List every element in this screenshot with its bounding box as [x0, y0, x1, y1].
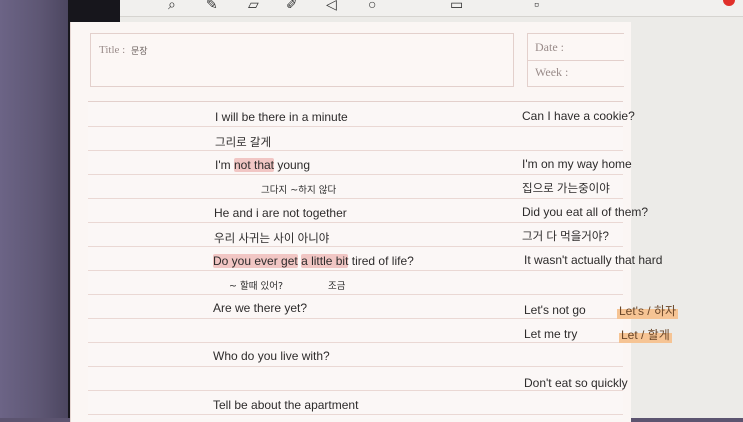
text-segment: I'm — [215, 158, 234, 172]
korean-right-2: 집으로 가는중이야 — [522, 183, 610, 195]
rule-line — [88, 150, 623, 151]
sentence-left-6: Who do you live with? — [213, 349, 330, 363]
sentence-right-4: It wasn't actually that hard — [524, 253, 663, 267]
pen-icon[interactable]: ✎ — [206, 0, 218, 13]
korean-left-3: 우리 사귀는 사이 아니야 — [214, 233, 330, 245]
rule-line — [88, 390, 623, 391]
sentence-right-2: I'm on my way home — [522, 157, 632, 171]
highlight-pink: Do you ever get — [213, 254, 298, 268]
sentence-right-5: Let's not go — [524, 303, 586, 317]
sentence-left-3: He and i are not together — [214, 206, 347, 220]
rule-line — [88, 174, 623, 175]
record-icon[interactable] — [723, 0, 735, 6]
rule-line — [88, 270, 623, 271]
image-icon[interactable]: ▭ — [450, 0, 463, 13]
title-label: Title : — [99, 44, 126, 56]
rule-line — [88, 294, 623, 295]
text-segment: tired of life? — [348, 254, 414, 268]
divider — [528, 60, 624, 61]
sentence-right-3: Did you eat all of them? — [522, 205, 649, 219]
highlighted-note-right-5: Let's / 하자 — [617, 302, 679, 319]
rule-line — [88, 126, 623, 127]
zoom-icon[interactable]: ⌕ — [168, 0, 176, 13]
tablet-bezel-left — [0, 0, 68, 418]
korean-right-3: 그거 다 먹을거야? — [522, 231, 609, 243]
more-icon[interactable]: ▫ — [534, 0, 539, 12]
highlight-pink: not that — [233, 158, 274, 172]
title-value: 문장 — [131, 46, 148, 56]
handwritten-note-left-2: 그다지 ~하지 않다 — [261, 185, 337, 196]
highlighter-icon[interactable]: ✐ — [286, 0, 298, 13]
highlight-pink: a little bit — [301, 254, 349, 268]
sentence-right-6: Let me try — [524, 327, 578, 341]
date-week-box[interactable]: Date : Week : — [527, 33, 624, 87]
rule-line — [88, 366, 623, 367]
title-box[interactable]: Title : 문장 — [90, 33, 514, 87]
rule-line — [88, 198, 623, 199]
rule-line — [88, 222, 623, 223]
handwritten-note-left-4b: 조금 — [328, 281, 346, 292]
lasso-icon[interactable]: ◁ — [326, 0, 337, 13]
sentence-left-5: Are we there yet? — [213, 301, 308, 315]
eraser-icon[interactable]: ▱ — [248, 0, 259, 13]
toolbar: ⌕ ✎ ▱ ✐ ◁ ○ ▭ ▫ — [120, 0, 743, 17]
handwritten-note-left-4a: ~ 할때 있어? — [229, 281, 284, 292]
sentence-left-1: I will be there in a minute — [215, 110, 348, 124]
sentence-left-2: I'm not that young — [215, 158, 310, 172]
week-label: Week : — [535, 65, 569, 79]
sentence-right-7: Don't eat so quickly — [524, 376, 628, 390]
rule-line — [88, 246, 623, 247]
sentence-right-1: Can I have a cookie? — [522, 109, 635, 123]
text-segment: young — [274, 158, 311, 172]
date-label: Date : — [535, 40, 564, 54]
highlighted-note-right-6: Let / 할게 — [619, 326, 672, 343]
ruled-notes-area[interactable]: I will be there in a minute 그리로 갈게 I'm n… — [88, 101, 679, 419]
sentence-left-4: Do you ever get a little bit tired of li… — [213, 254, 414, 268]
rule-line — [88, 318, 623, 319]
shape-icon[interactable]: ○ — [368, 0, 376, 12]
rule-line — [88, 342, 623, 343]
rule-line — [88, 414, 623, 415]
korean-left-1: 그리로 갈게 — [215, 137, 272, 149]
sentence-left-7: Tell be about the apartment — [213, 398, 359, 412]
